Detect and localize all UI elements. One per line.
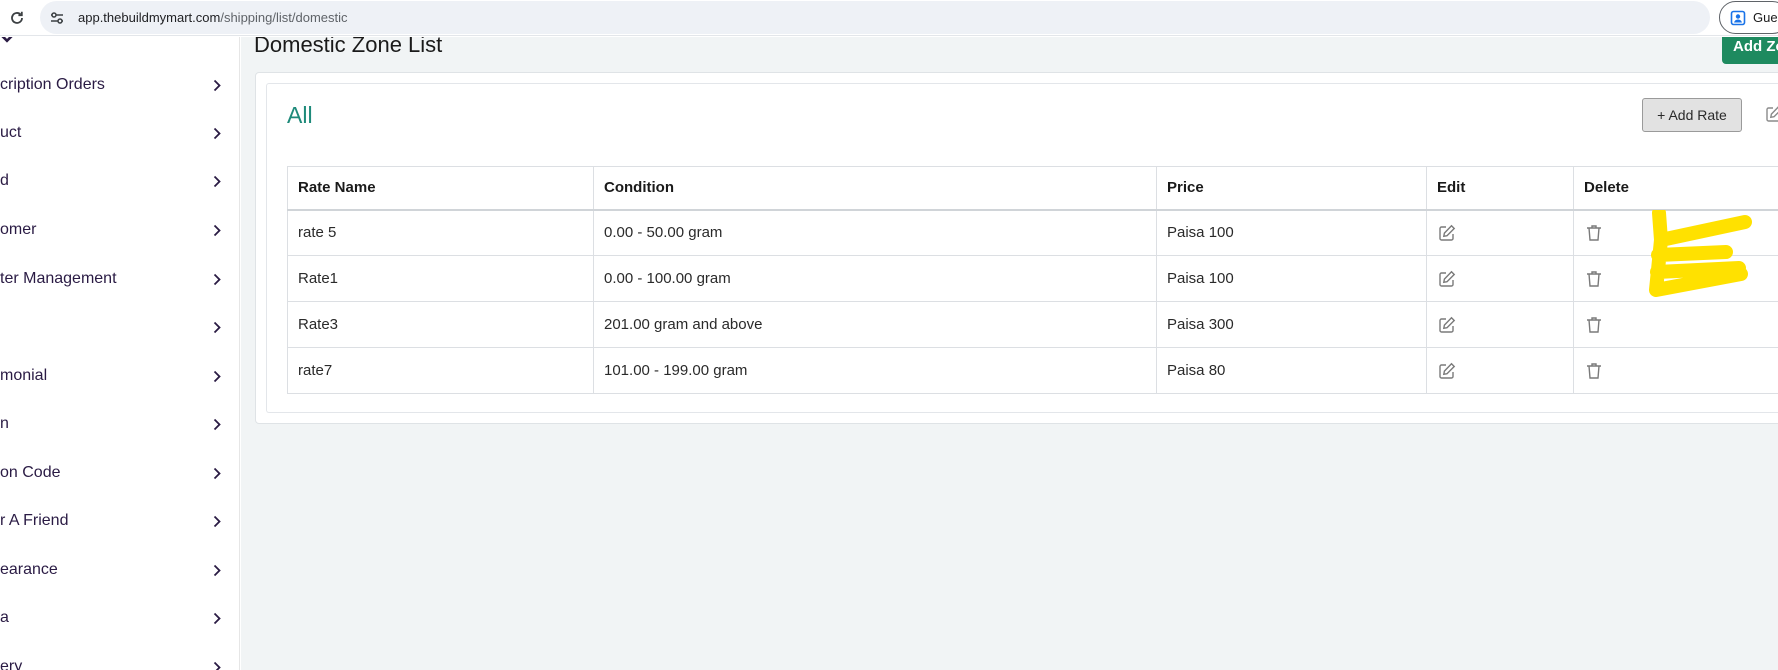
sidebar-item-6[interactable]	[0, 317, 239, 351]
rate-name-cell: rate 5	[287, 209, 594, 256]
chevron-right-icon	[210, 366, 224, 386]
chevron-right-icon	[210, 220, 224, 240]
url-path: /shipping/list/domestic	[220, 10, 348, 25]
annotation-arrow-icon	[1649, 210, 1752, 297]
group-title: All	[287, 102, 313, 128]
chevron-right-icon	[210, 560, 224, 580]
table-row: rate7 101.00 - 199.00 gram Paisa 80	[287, 347, 1778, 394]
sidebar-item-label: on Code	[0, 464, 61, 481]
main-content: Domestic Zone List Add Zo All + Add Rate…	[241, 37, 1778, 670]
edit-cell	[1426, 209, 1574, 256]
page-title: Domestic Zone List	[254, 37, 443, 57]
condition-cell: 101.00 - 199.00 gram	[593, 347, 1157, 394]
edit-icon[interactable]	[1437, 315, 1457, 335]
table-row: rate 5 0.00 - 50.00 gram Paisa 100	[287, 209, 1778, 256]
sidebar-item-label: earance	[0, 561, 58, 578]
trash-icon[interactable]	[1584, 361, 1604, 381]
partial-glyph-icon	[1, 37, 13, 43]
url-text: app.thebuildmymart.com/shipping/list/dom…	[78, 10, 348, 25]
condition-cell: 201.00 gram and above	[593, 301, 1157, 348]
edit-cell	[1426, 301, 1574, 348]
column-header-rate-name: Rate Name	[287, 166, 594, 211]
price-cell: Paisa 100	[1156, 255, 1427, 302]
delete-cell	[1573, 347, 1778, 394]
chevron-right-icon	[210, 657, 224, 670]
sidebar-item-customer[interactable]: omer	[0, 220, 239, 254]
trash-icon[interactable]	[1584, 223, 1604, 243]
sidebar-item-label: ery	[0, 658, 23, 670]
sidebar-item-appearance[interactable]: earance	[0, 560, 239, 594]
sidebar: cription Orders uct d omer ter Managemen…	[0, 37, 240, 670]
sidebar-item-subscription-orders[interactable]: cription Orders	[0, 75, 239, 109]
column-header-edit: Edit	[1426, 166, 1574, 211]
sidebar-item-12[interactable]: a	[0, 608, 239, 642]
sidebar-item-master-management[interactable]: ter Management	[0, 269, 239, 303]
edit-icon[interactable]	[1437, 361, 1457, 381]
table-row: Rate3 201.00 gram and above Paisa 300	[287, 301, 1778, 348]
url-host: app.thebuildmymart.com	[78, 10, 221, 25]
sidebar-item-label: n	[0, 415, 9, 432]
sidebar-item-8[interactable]: n	[0, 414, 239, 448]
chevron-right-icon	[210, 463, 224, 483]
table-header-row: Rate Name Condition Price Edit Delete	[287, 166, 1778, 211]
chevron-right-icon	[210, 608, 224, 628]
sidebar-item-promotion-code[interactable]: on Code	[0, 463, 239, 497]
site-settings-icon[interactable]	[48, 9, 66, 27]
add-rate-button[interactable]: + Add Rate	[1642, 98, 1742, 132]
chevron-right-icon	[210, 171, 224, 191]
table-row: Rate1 0.00 - 100.00 gram Paisa 100	[287, 255, 1778, 302]
sidebar-item-label: r A Friend	[0, 512, 69, 529]
trash-icon[interactable]	[1584, 269, 1604, 289]
chevron-right-icon	[210, 511, 224, 531]
sidebar-item-13[interactable]: ery	[0, 657, 239, 670]
column-header-delete: Delete	[1573, 166, 1778, 211]
sidebar-item-label: d	[0, 172, 9, 189]
edit-icon[interactable]	[1764, 104, 1778, 124]
chevron-right-icon	[210, 75, 224, 95]
condition-cell: 0.00 - 50.00 gram	[593, 209, 1157, 256]
sidebar-item-label: monial	[0, 367, 48, 384]
add-zone-button[interactable]: Add Zo	[1722, 37, 1778, 64]
column-header-condition: Condition	[593, 166, 1157, 211]
price-cell: Paisa 80	[1156, 347, 1427, 394]
chevron-right-icon	[210, 123, 224, 143]
rates-table: Rate Name Condition Price Edit Delete ra…	[287, 166, 1778, 394]
browser-toolbar: app.thebuildmymart.com/shipping/list/dom…	[0, 0, 1778, 36]
sidebar-item-testimonial[interactable]: monial	[0, 366, 239, 400]
reload-icon[interactable]	[6, 7, 28, 29]
price-cell: Paisa 300	[1156, 301, 1427, 348]
profile-label: Gues	[1753, 10, 1778, 25]
edit-icon[interactable]	[1437, 269, 1457, 289]
sidebar-item-product[interactable]: uct	[0, 123, 239, 157]
column-header-price: Price	[1156, 166, 1427, 211]
price-cell: Paisa 100	[1156, 209, 1427, 256]
address-bar[interactable]: app.thebuildmymart.com/shipping/list/dom…	[40, 1, 1710, 34]
condition-cell: 0.00 - 100.00 gram	[593, 255, 1157, 302]
sidebar-item-label: a	[0, 609, 9, 626]
chevron-right-icon	[210, 414, 224, 434]
rate-name-cell: rate7	[287, 347, 594, 394]
sidebar-item-label: uct	[0, 124, 22, 141]
sidebar-item-3[interactable]: d	[0, 171, 239, 205]
rate-name-cell: Rate1	[287, 255, 594, 302]
zone-card: All + Add Rate Rate Name Condition Price…	[255, 72, 1778, 424]
edit-icon[interactable]	[1437, 223, 1457, 243]
sidebar-item-top-partial[interactable]	[0, 37, 239, 57]
rate-group-panel: All + Add Rate Rate Name Condition Price…	[266, 83, 1778, 413]
sidebar-item-label: ter Management	[0, 270, 117, 287]
chevron-right-icon	[210, 269, 224, 289]
chevron-right-icon	[210, 317, 224, 337]
edit-cell	[1426, 347, 1574, 394]
rate-name-cell: Rate3	[287, 301, 594, 348]
sidebar-item-refer-a-friend[interactable]: r A Friend	[0, 511, 239, 545]
edit-cell	[1426, 255, 1574, 302]
profile-icon	[1730, 10, 1746, 26]
sidebar-item-label: cription Orders	[0, 76, 105, 93]
profile-button[interactable]: Gues	[1719, 1, 1778, 34]
trash-icon[interactable]	[1584, 315, 1604, 335]
sidebar-item-label: omer	[0, 221, 37, 238]
